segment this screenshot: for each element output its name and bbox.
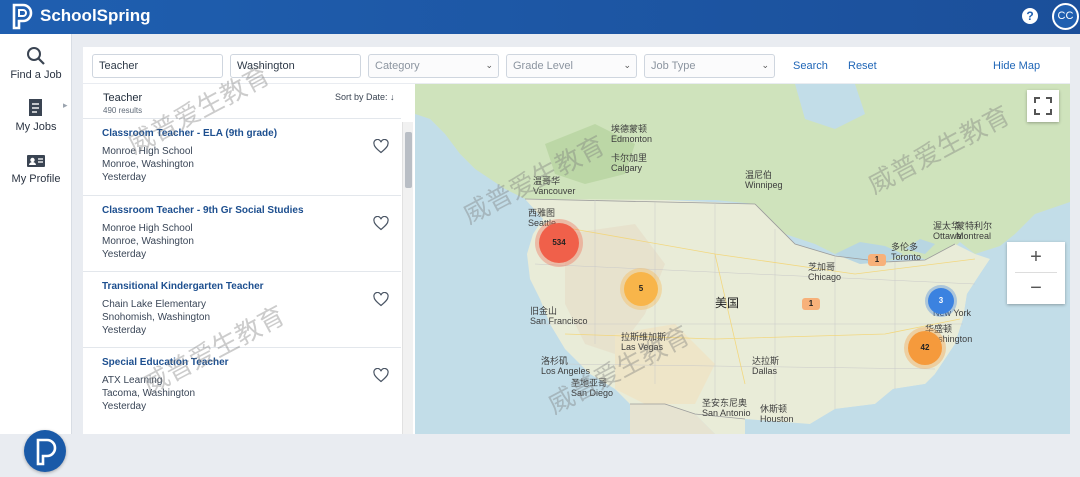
results-title: Teacher bbox=[103, 92, 143, 104]
nav-label: My Profile bbox=[11, 173, 61, 185]
job-title[interactable]: Transitional Kindergarten Teacher bbox=[102, 281, 264, 292]
job-school: Monroe High School bbox=[102, 146, 193, 157]
job-posted: Yesterday bbox=[102, 249, 147, 260]
map-label-san-antonio: 圣安东尼奥 San Antonio bbox=[702, 398, 751, 418]
map-cluster-marker[interactable]: 1 bbox=[868, 254, 886, 266]
job-title[interactable]: Classroom Teacher - ELA (9th grade) bbox=[102, 128, 277, 139]
map-cluster-marker[interactable]: 1 bbox=[802, 298, 820, 310]
side-nav: Find a Job My Jobs ▸ My Profile bbox=[0, 34, 72, 472]
chevron-down-icon: ⌄ bbox=[623, 60, 631, 70]
map-label-edmonton: 埃德蒙顿 Edmonton bbox=[611, 124, 653, 144]
search-icon bbox=[27, 47, 45, 65]
job-posted: Yesterday bbox=[102, 325, 147, 336]
job-map[interactable]: 埃德蒙顿 Edmonton 卡尔加里 Calgary 温哥华 Vancouver 西雅… bbox=[415, 84, 1070, 434]
job-card[interactable]: Classroom Teacher - ELA (9th grade) Monr… bbox=[83, 118, 401, 194]
job-title[interactable]: Special Education Teacher bbox=[102, 357, 229, 368]
job-type-select[interactable]: Job Type ⌄ bbox=[644, 54, 775, 78]
help-icon[interactable]: ? bbox=[1022, 8, 1038, 24]
grade-level-select[interactable]: Grade Level ⌄ bbox=[506, 54, 637, 78]
scrollbar-thumb[interactable] bbox=[405, 132, 412, 188]
results-scrollbar[interactable] bbox=[402, 122, 413, 434]
job-posted: Yesterday bbox=[102, 401, 147, 412]
map-label-houston: 休斯顿 Houston bbox=[760, 404, 794, 424]
location-input[interactable]: Washington bbox=[230, 54, 361, 78]
map-label-chicago: 芝加哥 Chicago bbox=[808, 262, 842, 282]
job-type-select-label: Job Type bbox=[651, 60, 696, 72]
job-title[interactable]: Classroom Teacher - 9th Gr Social Studie… bbox=[102, 205, 304, 216]
nav-find-a-job[interactable]: Find a Job bbox=[0, 46, 72, 81]
hide-map-button[interactable]: Hide Map bbox=[993, 60, 1040, 72]
map-label-vancouver: 温哥华 Vancouver bbox=[533, 176, 576, 196]
map-label-san-diego: 圣地亚哥 San Diego bbox=[571, 378, 614, 398]
reset-button[interactable]: Reset bbox=[848, 60, 877, 72]
map-label-country: 美国 bbox=[715, 296, 740, 310]
job-school: Chain Lake Elementary bbox=[102, 299, 206, 310]
map-zoom-controls: + − bbox=[1007, 242, 1065, 304]
job-school: Monroe High School bbox=[102, 223, 193, 234]
map-label-san-francisco: 旧金山 San Francisco bbox=[530, 306, 588, 326]
map-cluster-marker[interactable]: 534 bbox=[539, 223, 579, 263]
avatar[interactable]: CC bbox=[1052, 3, 1079, 30]
nav-label: Find a Job bbox=[10, 69, 62, 81]
results-panel: Teacher 490 results Sort by Date: ↓ Clas… bbox=[83, 84, 415, 434]
map-cluster-marker[interactable]: 5 bbox=[624, 272, 658, 306]
map-label-los-angeles: 洛杉矶 Los Angeles bbox=[541, 356, 591, 376]
map-base bbox=[415, 84, 1070, 434]
map-label-toronto: 多伦多 Toronto bbox=[891, 242, 922, 262]
map-label-montreal: 蒙特利尔 Montreal bbox=[956, 221, 993, 241]
map-label-las-vegas: 拉斯维加斯 Las Vegas bbox=[621, 332, 667, 352]
map-cluster-marker[interactable]: 42 bbox=[908, 331, 942, 365]
schoolspring-fab-button[interactable] bbox=[24, 430, 66, 472]
job-location: Monroe, Washington bbox=[102, 236, 194, 247]
document-icon bbox=[29, 99, 42, 116]
nav-label: My Jobs bbox=[15, 121, 57, 133]
heart-icon[interactable] bbox=[373, 292, 389, 307]
job-school: ATX Learning bbox=[102, 375, 163, 386]
heart-icon[interactable] bbox=[373, 139, 389, 154]
grade-level-select-label: Grade Level bbox=[513, 60, 573, 72]
profile-card-icon bbox=[27, 155, 45, 167]
heart-icon[interactable] bbox=[373, 368, 389, 383]
job-card[interactable]: Classroom Teacher - 9th Gr Social Studie… bbox=[83, 195, 401, 271]
schoolspring-logo-icon[interactable] bbox=[11, 3, 34, 30]
job-location: Monroe, Washington bbox=[102, 159, 194, 170]
category-select-label: Category bbox=[375, 60, 420, 72]
chevron-down-icon: ⌄ bbox=[761, 60, 769, 70]
search-button[interactable]: Search bbox=[793, 60, 828, 72]
job-location: Snohomish, Washington bbox=[102, 312, 211, 323]
zoom-in-button[interactable]: + bbox=[1007, 242, 1065, 272]
nav-my-profile[interactable]: My Profile bbox=[0, 152, 72, 185]
chevron-right-icon[interactable]: ▸ bbox=[63, 100, 68, 111]
sort-by-date-button[interactable]: Sort by Date: ↓ bbox=[335, 92, 395, 102]
nav-my-jobs[interactable]: My Jobs bbox=[0, 98, 72, 133]
schoolspring-logo-icon bbox=[36, 438, 57, 466]
fullscreen-button[interactable] bbox=[1027, 90, 1059, 122]
map-label-calgary: 卡尔加里 Calgary bbox=[611, 153, 648, 173]
zoom-out-button[interactable]: − bbox=[1007, 273, 1065, 303]
results-count: 490 results bbox=[103, 106, 143, 115]
fullscreen-icon bbox=[1034, 97, 1052, 115]
top-bar: SchoolSpring ? CC bbox=[0, 0, 1080, 34]
heart-icon[interactable] bbox=[373, 216, 389, 231]
job-location: Tacoma, Washington bbox=[102, 388, 196, 399]
category-select[interactable]: Category ⌄ bbox=[368, 54, 499, 78]
map-label-dallas: 达拉斯 Dallas bbox=[752, 356, 780, 376]
brand-name[interactable]: SchoolSpring bbox=[40, 6, 151, 26]
job-card[interactable]: Special Education Teacher ATX Learning T… bbox=[83, 347, 401, 423]
search-filter-bar: Teacher Washington Category ⌄ Grade Leve… bbox=[83, 47, 1070, 83]
chevron-down-icon: ⌄ bbox=[485, 60, 493, 70]
job-posted: Yesterday bbox=[102, 172, 147, 183]
job-card[interactable]: Transitional Kindergarten Teacher Chain … bbox=[83, 271, 401, 347]
map-label-winnipeg: 温尼伯 Winnipeg bbox=[745, 170, 783, 190]
keyword-input[interactable]: Teacher bbox=[92, 54, 223, 78]
map-cluster-marker[interactable]: 3 bbox=[928, 288, 954, 314]
